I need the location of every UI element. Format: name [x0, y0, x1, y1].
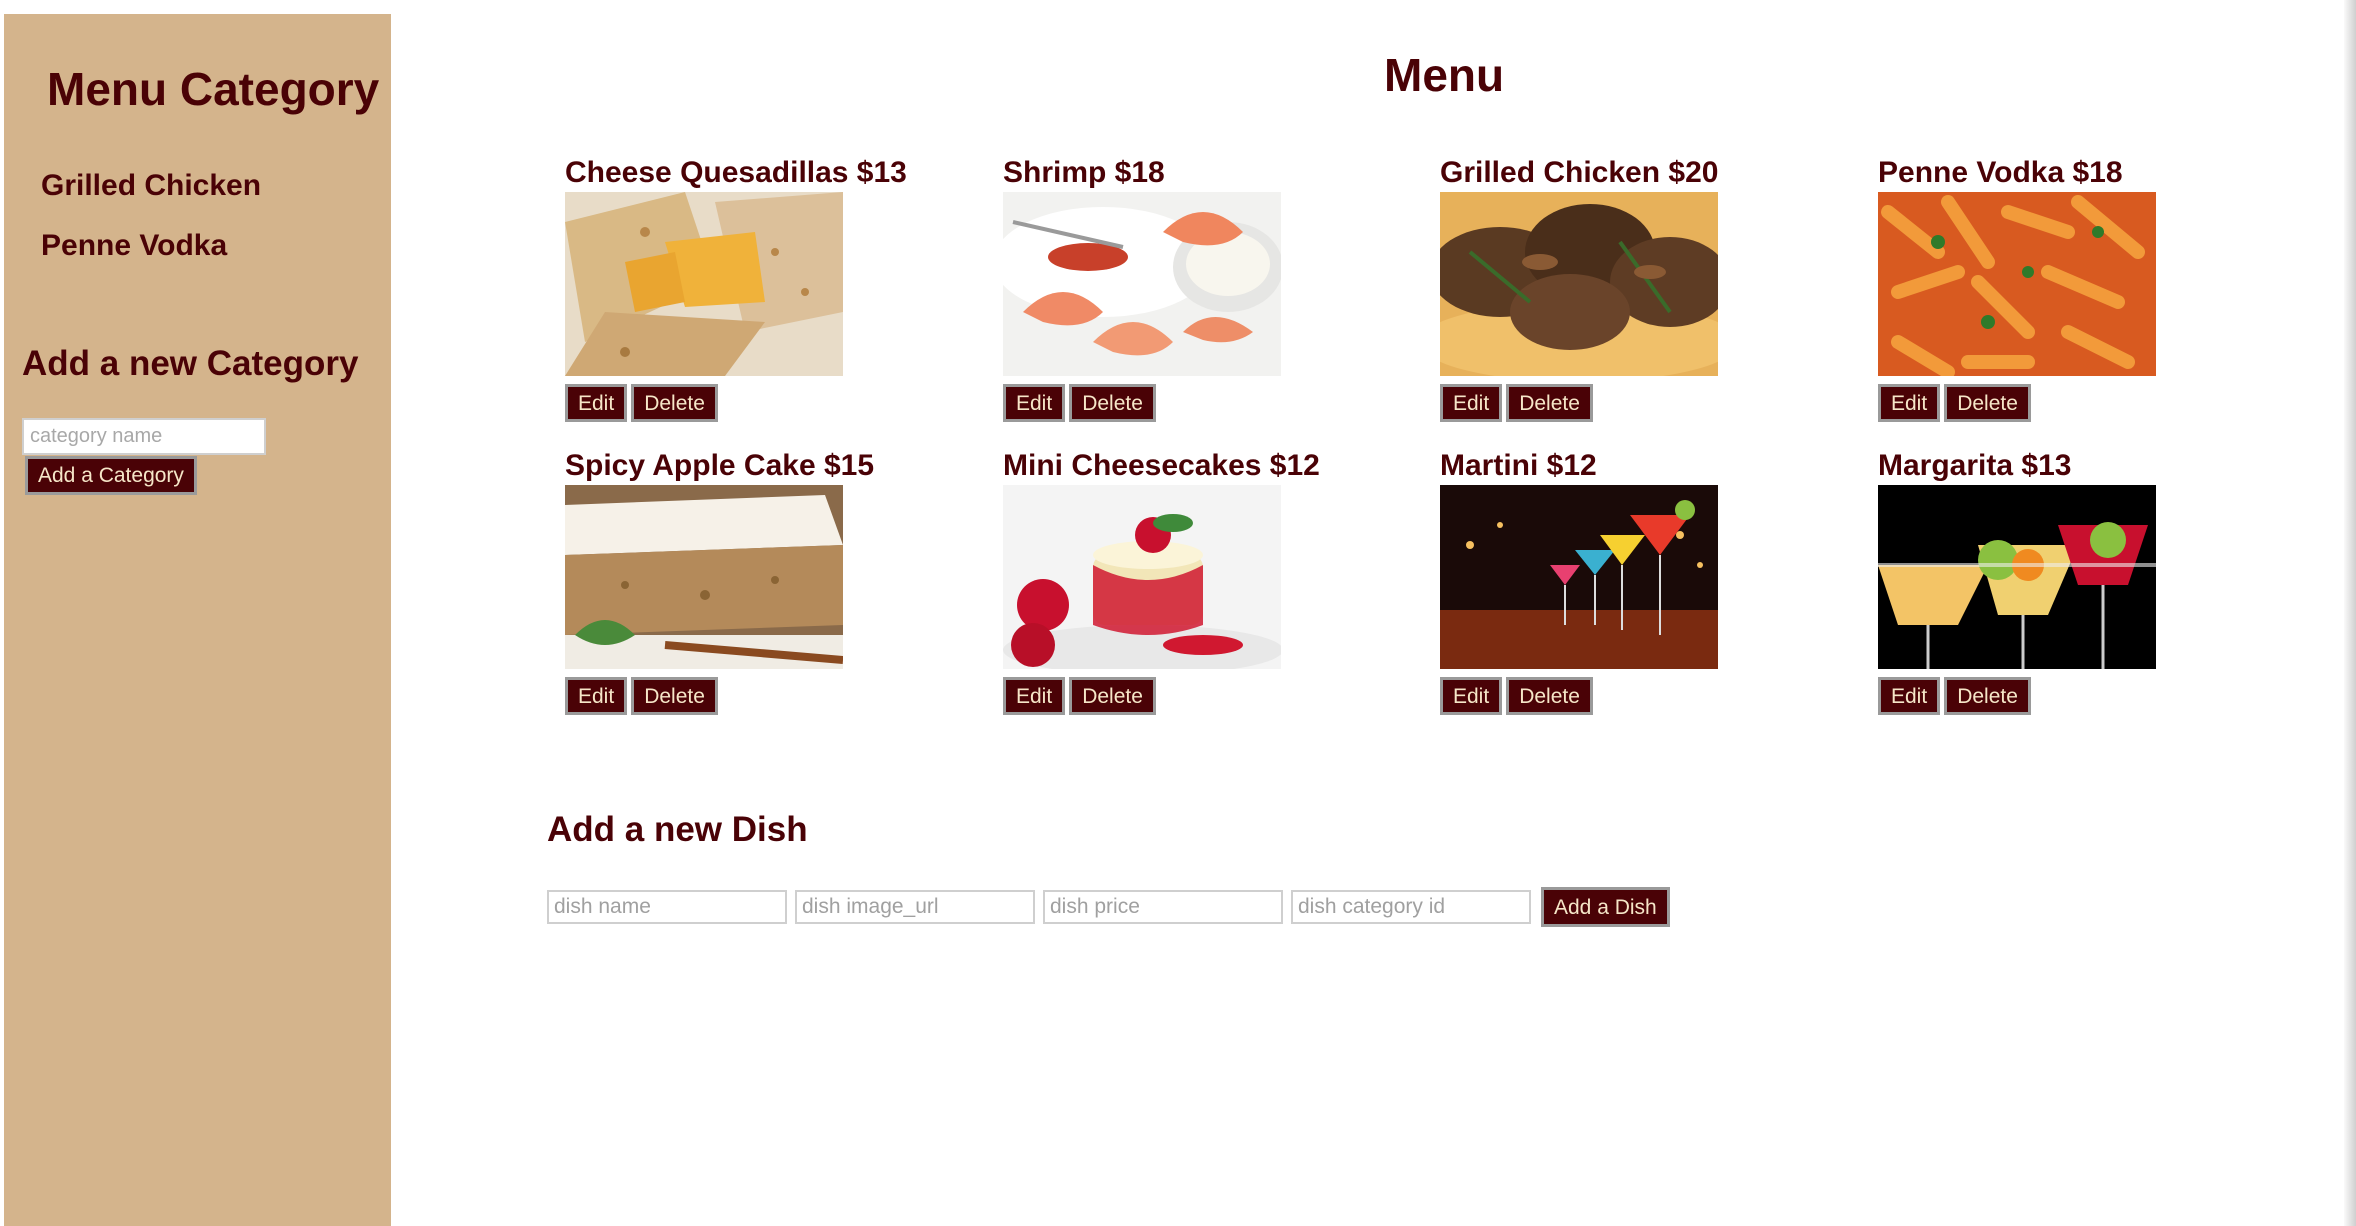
category-list: Grilled Chicken Penne Vodka [41, 166, 261, 286]
shrimp-image [1003, 192, 1281, 376]
edit-button[interactable]: Edit [565, 677, 628, 715]
dish-title: Spicy Apple Cake $15 [565, 449, 875, 482]
dish-card: Mini Cheesecakes $12 Edit Delete [1003, 447, 1403, 715]
dish-card: Grilled Chicken $20 Edit Delete [1440, 154, 1840, 422]
dish-card: Shrimp $18 Edit Delete [1003, 154, 1403, 422]
add-category-title: Add a new Category [22, 344, 359, 383]
menu-title: Menu [1384, 49, 1505, 101]
dish-title: Grilled Chicken $20 [1440, 156, 1719, 189]
delete-button[interactable]: Delete [1069, 384, 1156, 422]
cheesecake-image [1003, 485, 1281, 669]
sidebar-title: Menu Category [47, 63, 380, 115]
dish-title: Cheese Quesadillas $13 [565, 156, 907, 189]
dish-actions: Edit Delete [1440, 384, 1840, 422]
dish-actions: Edit Delete [1003, 677, 1403, 715]
dish-actions: Edit Delete [1878, 384, 2278, 422]
dish-actions: Edit Delete [565, 677, 965, 715]
add-dish-button[interactable]: Add a Dish [1541, 887, 1670, 927]
edit-button[interactable]: Edit [1003, 384, 1066, 422]
edit-button[interactable]: Edit [1878, 384, 1941, 422]
penne-vodka-image [1878, 192, 2156, 376]
delete-button[interactable]: Delete [1069, 677, 1156, 715]
dish-price-input[interactable] [1043, 890, 1283, 924]
dish-card: Margarita $13 Edit Delete [1878, 447, 2278, 715]
dish-category-id-input[interactable] [1291, 890, 1531, 924]
dish-card: Penne Vodka $18 Edit Delete [1878, 154, 2278, 422]
grilled-chicken-image [1440, 192, 1718, 376]
dish-title: Penne Vodka $18 [1878, 156, 2123, 189]
dish-card: Cheese Quesadillas $13 Edit Delete [565, 154, 965, 422]
dish-card: Martini $12 Edit Delete [1440, 447, 1840, 715]
category-item-grilled-chicken[interactable]: Grilled Chicken [41, 166, 261, 226]
category-sidebar: Menu Category Grilled Chicken Penne Vodk… [4, 14, 391, 1226]
edit-button[interactable]: Edit [1440, 677, 1503, 715]
dish-actions: Edit Delete [1440, 677, 1840, 715]
add-dish-title: Add a new Dish [547, 810, 808, 849]
dish-title: Mini Cheesecakes $12 [1003, 449, 1320, 482]
category-item-penne-vodka[interactable]: Penne Vodka [41, 226, 261, 286]
dish-name-input[interactable] [547, 890, 787, 924]
dish-actions: Edit Delete [565, 384, 965, 422]
delete-button[interactable]: Delete [1944, 677, 2031, 715]
delete-button[interactable]: Delete [1506, 384, 1593, 422]
dish-actions: Edit Delete [1003, 384, 1403, 422]
quesadilla-image [565, 192, 843, 376]
dish-title: Shrimp $18 [1003, 156, 1165, 189]
window-edge [2344, 0, 2356, 1226]
apple-cake-image [565, 485, 843, 669]
edit-button[interactable]: Edit [1878, 677, 1941, 715]
martini-image [1440, 485, 1718, 669]
dish-actions: Edit Delete [1878, 677, 2278, 715]
delete-button[interactable]: Delete [631, 384, 718, 422]
edit-button[interactable]: Edit [565, 384, 628, 422]
edit-button[interactable]: Edit [1440, 384, 1503, 422]
margarita-image [1878, 485, 2156, 669]
add-category-button[interactable]: Add a Category [25, 456, 197, 495]
dish-image-url-input[interactable] [795, 890, 1035, 924]
add-dish-form: Add a Dish [547, 887, 1670, 927]
delete-button[interactable]: Delete [1506, 677, 1593, 715]
dish-title: Margarita $13 [1878, 449, 2072, 482]
dish-title: Martini $12 [1440, 449, 1597, 482]
dish-card: Spicy Apple Cake $15 Edit Delete [565, 447, 965, 715]
edit-button[interactable]: Edit [1003, 677, 1066, 715]
category-name-input[interactable] [22, 418, 266, 455]
delete-button[interactable]: Delete [631, 677, 718, 715]
delete-button[interactable]: Delete [1944, 384, 2031, 422]
